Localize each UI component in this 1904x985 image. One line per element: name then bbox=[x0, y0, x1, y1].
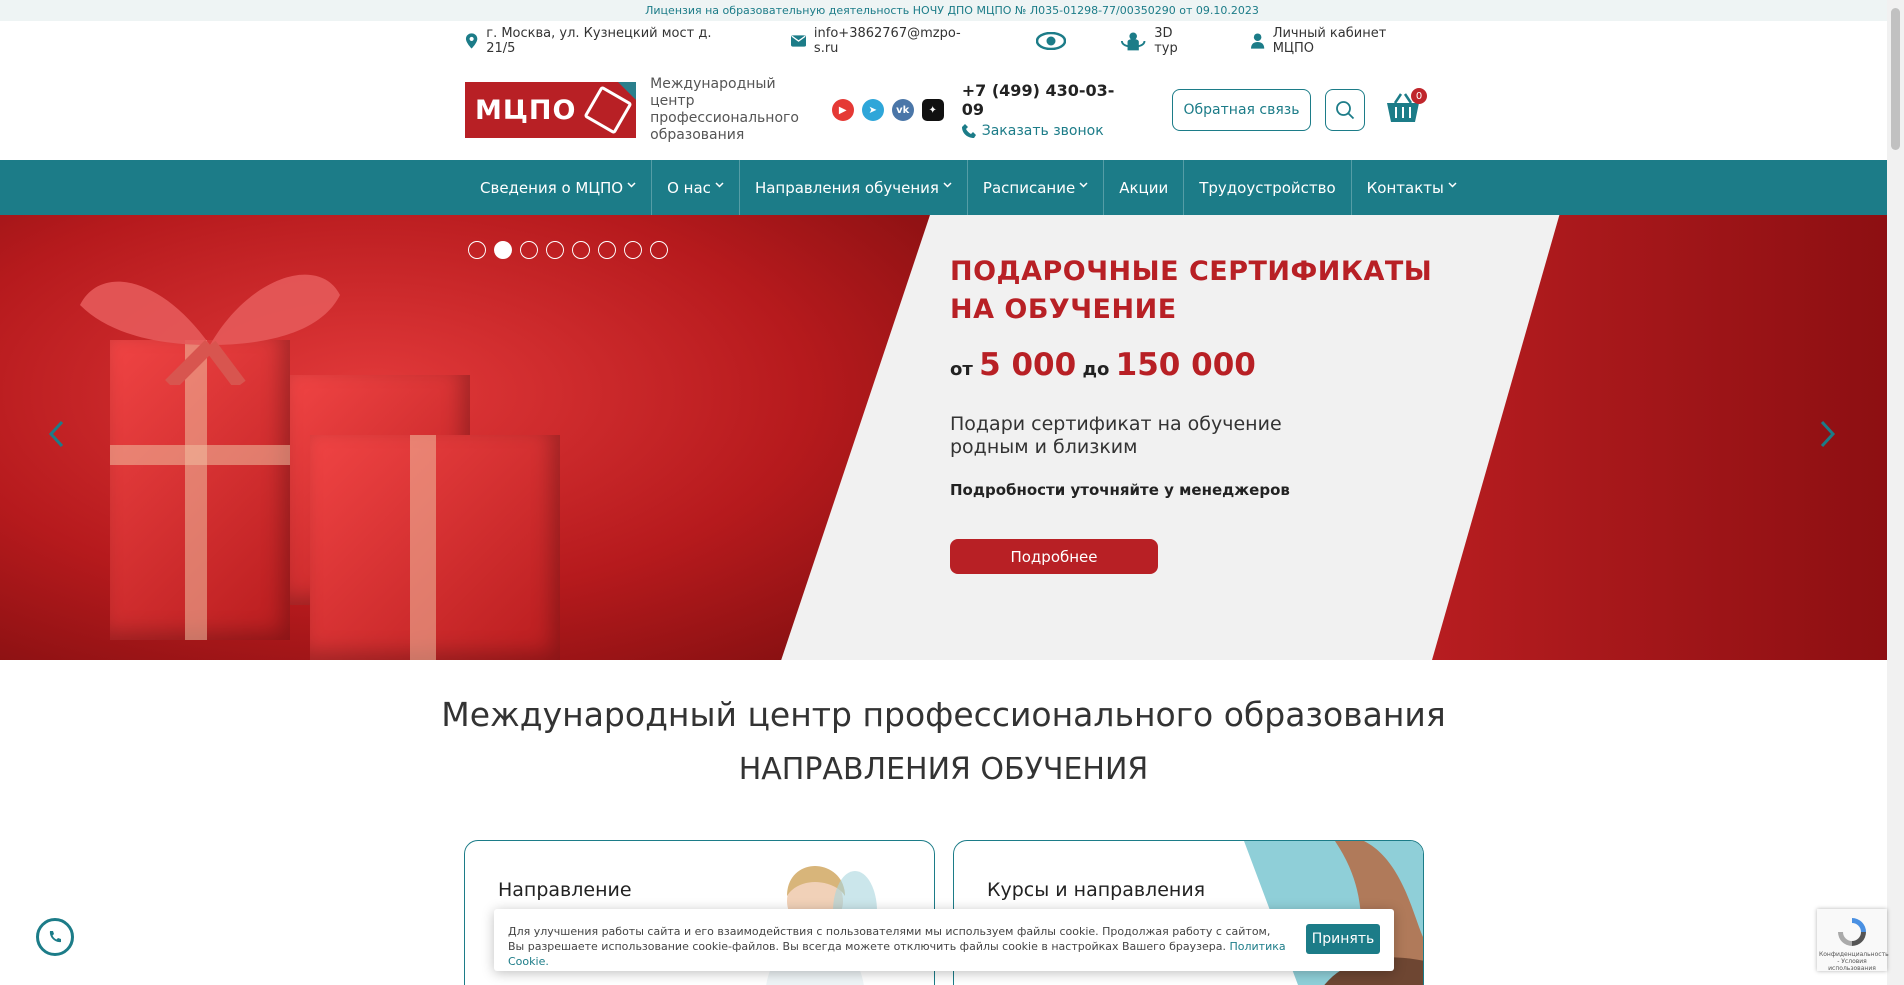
card-title: Курсы и направления bbox=[987, 879, 1206, 901]
telegram-icon[interactable]: ➤ bbox=[861, 99, 884, 121]
slider-dot[interactable] bbox=[598, 241, 616, 259]
nav-item-label: Контакты bbox=[1366, 178, 1444, 197]
vk-icon[interactable]: vk bbox=[891, 99, 914, 121]
price-from: 5 000 bbox=[979, 347, 1077, 383]
cart-button[interactable]: 0 bbox=[1385, 88, 1428, 128]
search-icon bbox=[1336, 101, 1355, 120]
eye-icon bbox=[1035, 32, 1066, 50]
mail-icon bbox=[790, 35, 806, 47]
license-bar: Лицензия на образовательную деятельность… bbox=[0, 0, 1904, 21]
nav-item-label: Расписание bbox=[982, 178, 1076, 197]
chevron-left-icon bbox=[48, 420, 64, 448]
slider-dots bbox=[468, 241, 668, 259]
card-title: Направление bbox=[498, 879, 632, 901]
slide-title: ПОДАРОЧНЫЕ СЕРТИФИКАТЫ НА ОБУЧЕНИЕ bbox=[950, 256, 1433, 325]
nav-item-2[interactable]: Направления обучения bbox=[740, 160, 968, 215]
cabinet-link[interactable]: Личный кабинет МЦПО bbox=[1251, 26, 1423, 56]
callback-text: Заказать звонок bbox=[981, 123, 1104, 139]
slider-dot[interactable] bbox=[468, 241, 486, 259]
more-button[interactable]: Подробнее bbox=[950, 539, 1158, 574]
slider-dot[interactable] bbox=[520, 241, 538, 259]
nav-item-label: Акции bbox=[1119, 178, 1169, 197]
license-text: Лицензия на образовательную деятельность… bbox=[645, 4, 1259, 17]
nav-item-label: Направления обучения bbox=[754, 178, 939, 197]
nav-item-label: Сведения о МЦПО bbox=[480, 178, 624, 197]
accessibility-button[interactable] bbox=[1035, 32, 1066, 50]
address[interactable]: г. Москва, ул. Кузнецкий мост д. 21/5 bbox=[465, 26, 731, 56]
email-text: info+3862767@mzpo-s.ru bbox=[813, 26, 961, 56]
slider-dot[interactable] bbox=[494, 241, 512, 259]
tagline: Международный центр профессионального об… bbox=[650, 76, 799, 143]
tour-link[interactable]: 3D тур bbox=[1120, 26, 1198, 56]
address-text: г. Москва, ул. Кузнецкий мост д. 21/5 bbox=[486, 26, 712, 56]
nav-item-3[interactable]: Расписание bbox=[968, 160, 1105, 215]
logo[interactable]: МЦПО bbox=[465, 82, 637, 138]
scrollbar-thumb[interactable] bbox=[1891, 8, 1900, 150]
youtube-icon[interactable]: ▶ bbox=[831, 99, 854, 121]
scrollbar[interactable] bbox=[1887, 0, 1904, 985]
cookie-banner: Для улучшения работы сайта и его взаимод… bbox=[494, 909, 1394, 971]
cabinet-text: Личный кабинет МЦПО bbox=[1272, 26, 1387, 56]
recaptcha-icon bbox=[1838, 918, 1866, 946]
phone-icon bbox=[961, 124, 976, 138]
logo-text: МЦПО bbox=[475, 94, 577, 126]
email-link[interactable]: info+3862767@mzpo-s.ru bbox=[790, 26, 976, 56]
bow-icon bbox=[80, 274, 340, 385]
social-links: ▶ ➤ vk ✦ bbox=[831, 99, 944, 121]
accept-cookies-button[interactable]: Принять bbox=[1306, 924, 1380, 954]
price-to: 150 000 bbox=[1115, 347, 1256, 383]
chevron-down-icon bbox=[627, 181, 636, 188]
whatsapp-button[interactable] bbox=[36, 918, 74, 956]
header: МЦПО Международный центр профессионально… bbox=[465, 61, 1428, 159]
slide-image-gifts bbox=[0, 215, 930, 660]
nav-item-label: Трудоустройство bbox=[1199, 178, 1336, 197]
whatsapp-icon bbox=[49, 931, 61, 943]
slide-decor-right bbox=[1432, 215, 1887, 660]
section-subtitle: НАПРАВЛЕНИЯ ОБУЧЕНИЯ bbox=[738, 752, 1149, 787]
chevron-down-icon bbox=[943, 181, 952, 188]
chevron-down-icon bbox=[1079, 181, 1088, 188]
slide-description: Подари сертификат на обучение родным и б… bbox=[950, 413, 1282, 458]
phone-block: +7 (499) 430-03-09 Заказать звонок bbox=[961, 81, 1128, 139]
nav-item-4[interactable]: Акции bbox=[1104, 160, 1185, 215]
slider-dot[interactable] bbox=[572, 241, 590, 259]
cart-count-badge: 0 bbox=[1411, 88, 1428, 104]
dzen-icon[interactable]: ✦ bbox=[921, 99, 944, 121]
slider-prev-arrow[interactable] bbox=[48, 420, 64, 456]
chevron-down-icon bbox=[1448, 181, 1457, 188]
recaptcha-badge[interactable]: Конфиденциальность - Условия использован… bbox=[1817, 909, 1889, 972]
nav-item-1[interactable]: О нас bbox=[652, 160, 740, 215]
info-line: г. Москва, ул. Кузнецкий мост д. 21/5 in… bbox=[465, 21, 1423, 61]
slider-dot[interactable] bbox=[624, 241, 642, 259]
chevron-right-icon bbox=[1820, 420, 1836, 448]
search-button[interactable] bbox=[1324, 89, 1365, 131]
slider-next-arrow[interactable] bbox=[1820, 420, 1836, 456]
slide-price: от 5 000 до 150 000 bbox=[950, 347, 1256, 383]
page-title: Международный центр профессионального об… bbox=[441, 695, 1446, 734]
main-nav: Сведения о МЦПО О нас Направления обучения… bbox=[0, 160, 1887, 215]
chevron-down-icon bbox=[715, 181, 724, 188]
slide-content: ПОДАРОЧНЫЕ СЕРТИФИКАТЫ НА ОБУЧЕНИЕ от 5 … bbox=[950, 253, 1450, 574]
callback-link[interactable]: Заказать звонок bbox=[961, 123, 1128, 139]
slide-note: Подробности уточняйте у менеджеров bbox=[950, 481, 1290, 499]
nav-item-0[interactable]: Сведения о МЦПО bbox=[465, 160, 653, 215]
user-icon bbox=[1251, 33, 1265, 49]
nav-item-6[interactable]: Контакты bbox=[1352, 160, 1472, 215]
tour-text: 3D тур bbox=[1154, 26, 1178, 56]
slider-dot[interactable] bbox=[546, 241, 564, 259]
nav-item-label: О нас bbox=[667, 178, 711, 197]
nav-item-5[interactable]: Трудоустройство bbox=[1184, 160, 1352, 215]
feedback-button[interactable]: Обратная связь bbox=[1172, 89, 1311, 131]
tour-3d-icon bbox=[1120, 32, 1146, 51]
recaptcha-text: Конфиденциальность - Условия использован… bbox=[1819, 951, 1889, 972]
location-pin-icon bbox=[465, 33, 478, 49]
hero-slider: ПОДАРОЧНЫЕ СЕРТИФИКАТЫ НА ОБУЧЕНИЕ от 5 … bbox=[0, 215, 1887, 660]
cookie-text: Для улучшения работы сайта и его взаимод… bbox=[508, 925, 1286, 968]
slider-dot[interactable] bbox=[650, 241, 668, 259]
phone-link[interactable]: +7 (499) 430-03-09 bbox=[962, 81, 1128, 119]
